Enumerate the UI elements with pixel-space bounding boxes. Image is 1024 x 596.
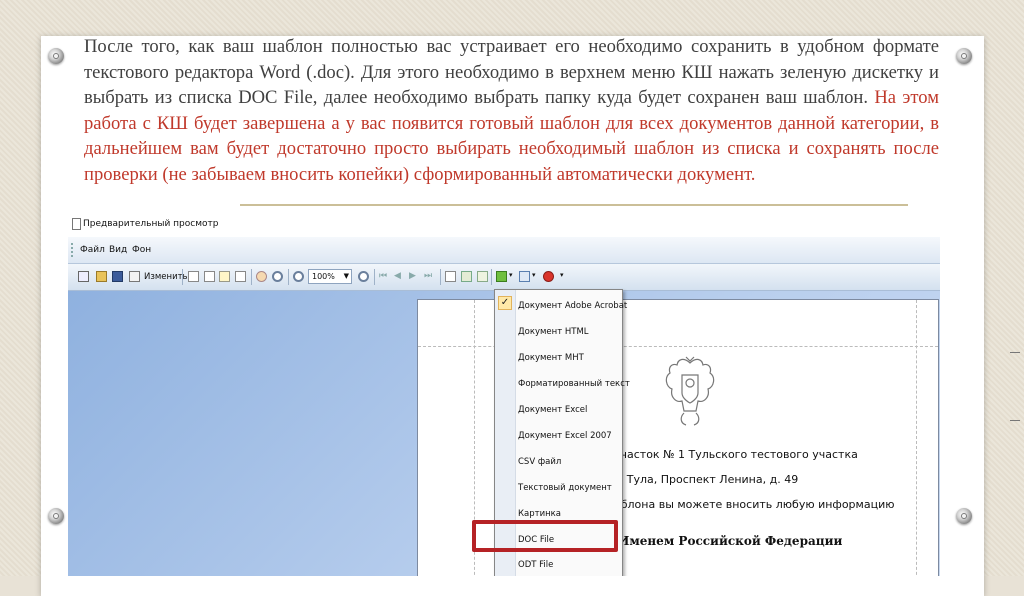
- document-icon: [72, 218, 81, 230]
- email-chevron-down-icon[interactable]: ▾: [532, 271, 538, 282]
- toolbar-separator: [182, 269, 183, 285]
- export-item-pdf[interactable]: Документ Adobe Acrobat: [518, 301, 627, 311]
- checkmark-icon: ✓: [498, 296, 512, 310]
- chevron-down-icon: ▼: [343, 272, 349, 280]
- export-item-rtf[interactable]: Форматированный текст: [518, 379, 630, 389]
- toolbar-options-icon[interactable]: ▾: [560, 271, 566, 282]
- menu-background[interactable]: Фон: [132, 245, 151, 255]
- export-chevron-down-icon[interactable]: ▾: [509, 271, 515, 282]
- export-item-html[interactable]: Документ HTML: [518, 327, 589, 337]
- slide-edge-mark: [1010, 352, 1020, 353]
- margin-guide: [916, 300, 917, 576]
- export-item-csv[interactable]: CSV файл: [518, 457, 561, 467]
- pin-bottom-left-icon: [48, 508, 64, 524]
- zoom-in-icon[interactable]: [358, 271, 369, 282]
- window-titlebar: Предварительный просмотр: [68, 213, 940, 237]
- doc-file-highlight: [472, 520, 618, 552]
- document-line: аблона вы можете вносить любую информаци…: [614, 498, 895, 511]
- menu-bar: Файл Вид Фон: [68, 237, 940, 264]
- page-layout-icon[interactable]: [204, 271, 215, 282]
- document-line: участок № 1 Тульского тестового участка: [614, 448, 858, 461]
- slide-edge-mark: [1010, 420, 1020, 421]
- toolbar-separator: [288, 269, 289, 285]
- coat-of-arms-icon: [665, 356, 715, 426]
- document-line: г. Тула, Проспект Ленина, д. 49: [614, 473, 799, 486]
- multi-page-icon[interactable]: [445, 271, 456, 282]
- save-icon[interactable]: [112, 271, 123, 282]
- export-item-mht[interactable]: Документ MHT: [518, 353, 584, 363]
- toolbar-separator: [374, 269, 375, 285]
- page-arrow-icon[interactable]: [235, 271, 246, 282]
- email-icon[interactable]: [519, 271, 530, 282]
- zoom-out-icon[interactable]: [293, 271, 304, 282]
- export-diskette-icon[interactable]: [496, 271, 507, 282]
- decorative-rule: [240, 204, 908, 206]
- next-page-icon[interactable]: ▶: [409, 271, 420, 282]
- pin-top-right-icon: [956, 48, 972, 64]
- watermark-icon[interactable]: [461, 271, 472, 282]
- pin-bottom-right-icon: [956, 508, 972, 524]
- first-page-icon[interactable]: ⏮: [379, 271, 390, 282]
- print-icon[interactable]: [78, 271, 89, 282]
- export-item-odt[interactable]: ODT File: [518, 560, 553, 570]
- toolbar: Изменить 100% ▼ ⏮ ◀ ▶ ⏭ ▾ ▾ ▾: [68, 264, 940, 291]
- menu-view[interactable]: Вид: [109, 245, 127, 255]
- menu-file[interactable]: Файл: [80, 245, 105, 255]
- zoom-value: 100%: [312, 272, 335, 281]
- page-setup-icon[interactable]: [188, 271, 199, 282]
- zoom-tool-icon[interactable]: [272, 271, 283, 282]
- toolbar-separator: [251, 269, 252, 285]
- open-folder-icon[interactable]: [96, 271, 107, 282]
- export-item-txt[interactable]: Текстовый документ: [518, 483, 612, 493]
- export-item-image[interactable]: Картинка: [518, 509, 561, 519]
- paragraph-normal: После того, как ваш шаблон полностью вас…: [84, 36, 939, 108]
- hand-tool-icon[interactable]: [256, 271, 267, 282]
- export-item-excel-2007[interactable]: Документ Excel 2007: [518, 431, 612, 441]
- zoom-select[interactable]: 100% ▼: [308, 269, 352, 284]
- document-heading: Именем Российской Федерации: [618, 534, 843, 548]
- pin-top-left-icon: [48, 48, 64, 64]
- export-item-excel[interactable]: Документ Excel: [518, 405, 587, 415]
- toolbar-grip-icon: [71, 243, 76, 257]
- toolbar-separator: [440, 269, 441, 285]
- close-preview-icon[interactable]: [543, 271, 554, 282]
- last-page-icon[interactable]: ⏭: [424, 271, 435, 282]
- export-page-icon[interactable]: [219, 271, 230, 282]
- window-title: Предварительный просмотр: [83, 219, 219, 229]
- background-icon[interactable]: [477, 271, 488, 282]
- edit-icon[interactable]: [129, 271, 140, 282]
- slide-paragraph: После того, как ваш шаблон полностью вас…: [84, 34, 939, 187]
- prev-page-icon[interactable]: ◀: [394, 271, 405, 282]
- toolbar-separator: [491, 269, 492, 285]
